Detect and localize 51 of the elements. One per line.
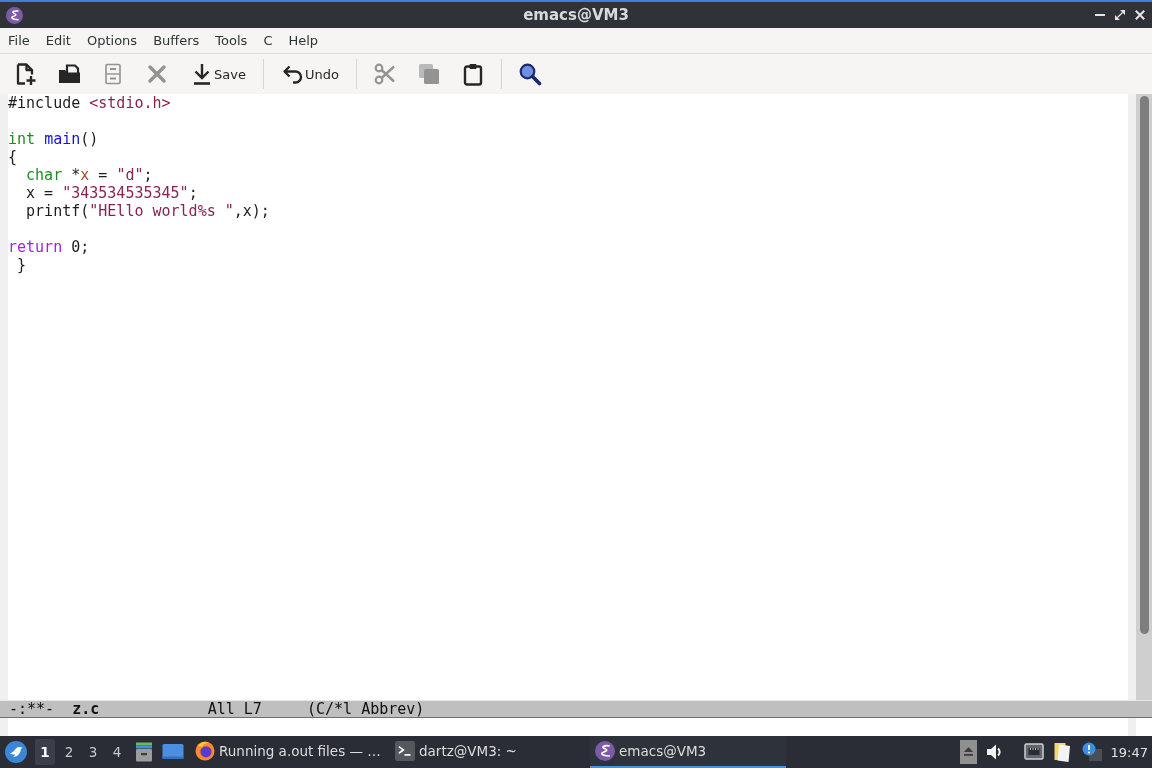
code-line: { <box>8 148 18 166</box>
toolbar-button[interactable]: Undo <box>272 57 347 91</box>
bird-logo-icon[interactable] <box>5 741 27 763</box>
menu-item[interactable]: Help <box>280 29 327 52</box>
clock: 19:47 <box>1110 744 1148 760</box>
modeline-status: -:**- <box>9 701 55 717</box>
close-icon <box>145 62 169 86</box>
workspace-button[interactable]: 2 <box>59 739 79 765</box>
major-mode: (C/*l Abbrev) <box>307 701 425 717</box>
search-icon <box>517 62 542 86</box>
workspace-button[interactable]: 3 <box>83 739 103 765</box>
scissors-icon <box>372 62 397 86</box>
workspace-button[interactable]: 1 <box>35 739 55 765</box>
taskbar-button[interactable]: emacs@VM3 <box>590 736 786 768</box>
scrollbar-thumb[interactable] <box>1139 96 1149 634</box>
minimize-icon <box>1095 14 1105 16</box>
code-line: return 0; <box>8 238 90 256</box>
code-line: #include <stdio.h> <box>8 94 171 112</box>
terminal-icon <box>395 741 415 761</box>
maximize-icon <box>1115 10 1125 20</box>
buffer-name: z.c <box>72 701 100 717</box>
screen-icon[interactable] <box>162 743 184 761</box>
speaker-icon[interactable] <box>985 743 1003 761</box>
ethernet-icon[interactable] <box>1023 743 1044 761</box>
close-icon <box>1135 10 1145 20</box>
code-line: printf("HEllo world%s ",x); <box>25 202 270 220</box>
code-line: } <box>16 256 27 274</box>
taskbar-button[interactable]: dartz@VM3: ~ <box>390 736 586 768</box>
buffer-position: All L7 <box>207 701 262 717</box>
menu-item[interactable]: Tools <box>207 29 256 52</box>
menu-item[interactable]: Edit <box>37 29 79 52</box>
app-logo-icon <box>595 741 615 761</box>
alert-icon[interactable] <box>1081 742 1102 762</box>
copy-icon <box>416 62 441 86</box>
toolbar-button[interactable]: Save <box>182 57 254 91</box>
menu-item[interactable]: Buffers <box>145 29 208 52</box>
file-cabinet-icon[interactable] <box>135 742 153 762</box>
fox-globe-icon <box>195 741 215 761</box>
code-line: int main() <box>8 130 99 148</box>
code-line: char *x = "d"; <box>25 166 153 184</box>
notes-icon[interactable] <box>1052 741 1073 763</box>
menu-item[interactable]: C <box>255 29 281 52</box>
menu-item[interactable]: Options <box>78 29 146 52</box>
open-folder-icon <box>57 62 81 86</box>
menu-item[interactable]: File <box>0 29 38 52</box>
window-title: emacs@VM3 <box>523 6 629 24</box>
eject-icon[interactable] <box>959 740 977 764</box>
app-logo-icon <box>6 6 23 24</box>
workspace-button[interactable]: 4 <box>107 739 127 765</box>
taskbar-button[interactable]: Running a.out files — … <box>190 736 386 768</box>
code-line: x = "343534535345"; <box>25 184 198 202</box>
